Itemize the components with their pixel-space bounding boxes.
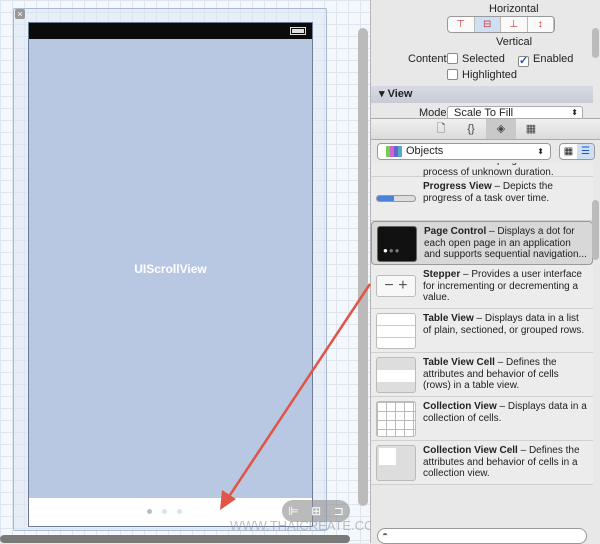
stepper-icon: − + xyxy=(376,275,416,297)
checkbox-icon[interactable] xyxy=(447,53,458,64)
table-view-icon xyxy=(376,313,416,349)
scroll-view[interactable]: UIScrollView xyxy=(29,39,312,498)
checkmark-icon[interactable]: ✓ xyxy=(518,56,529,67)
battery-icon xyxy=(290,27,306,35)
view-mode-toggle[interactable]: ▦ ☰ xyxy=(559,143,595,160)
list-item[interactable]: − + Stepper – Provides a user interface f… xyxy=(371,265,593,309)
horizontal-label: Horizontal xyxy=(489,3,539,15)
align-icon[interactable]: ⊫ xyxy=(288,504,298,518)
table-view-cell-icon xyxy=(376,357,416,393)
collection-view-icon xyxy=(376,401,416,437)
align-center-icon[interactable]: ⊟ xyxy=(474,17,501,32)
library-search-field[interactable]: ◓ xyxy=(377,528,587,544)
object-library-icon[interactable]: ◈ xyxy=(486,119,516,139)
align-bottom-icon[interactable]: ⊥ xyxy=(501,17,528,32)
canvas-horizontal-scrollbar[interactable] xyxy=(0,535,350,543)
view-section-header[interactable]: ▾ View xyxy=(371,86,593,103)
list-item[interactable]: Table View – Displays data in a list of … xyxy=(371,309,593,353)
media-library-icon[interactable]: ▦ xyxy=(516,119,546,139)
vertical-label: Vertical xyxy=(496,36,533,48)
objects-icon xyxy=(386,146,402,157)
grid-view-icon[interactable]: ▦ xyxy=(560,144,577,159)
highlighted-checkbox[interactable]: Highlighted xyxy=(447,69,517,81)
collection-view-cell-icon xyxy=(376,445,416,481)
list-item[interactable]: Progress View – Depicts the progress of … xyxy=(371,177,593,221)
page-control-icon: ●●● xyxy=(377,226,417,262)
view-controller[interactable]: UIScrollView xyxy=(28,22,313,527)
object-library-list[interactable]: feedback on the progress of a task or pr… xyxy=(371,163,593,525)
content-label: Content xyxy=(408,53,447,65)
checkbox-icon[interactable] xyxy=(447,69,458,80)
pin-icon[interactable]: ⊞ xyxy=(311,504,321,518)
storyboard-canvas[interactable]: × UIScrollView ⊫ ⊞ ⊐ WWW.THAICREATE.COM xyxy=(0,0,370,543)
status-bar xyxy=(29,23,312,39)
scroll-view-label: UIScrollView xyxy=(134,261,207,276)
list-item[interactable]: Table View Cell – Defines the attributes… xyxy=(371,353,593,397)
library-filter-select[interactable]: Objects ⬍ xyxy=(377,143,551,160)
filter-icon: ◓ xyxy=(382,530,389,541)
watermark: WWW.THAICREATE.COM xyxy=(230,518,370,533)
list-item[interactable]: Collection View – Displays data in a col… xyxy=(371,397,593,441)
library-scrollbar[interactable] xyxy=(592,200,599,260)
alignment-segmented-control[interactable]: ⊤ ⊟ ⊥ ↕ xyxy=(447,16,555,33)
inspector-scrollbar[interactable] xyxy=(592,28,599,58)
progress-view-icon xyxy=(376,181,416,217)
align-top-icon[interactable]: ⊤ xyxy=(448,17,475,32)
page-dot xyxy=(162,509,167,514)
resize-icon[interactable]: ⊐ xyxy=(334,504,344,518)
list-view-icon[interactable]: ☰ xyxy=(577,144,594,159)
page-dot xyxy=(147,509,152,514)
list-item[interactable]: feedback on the progress of a task or pr… xyxy=(371,163,593,178)
utilities-panel: Horizontal ⊤ ⊟ ⊥ ↕ Vertical Content Selecte… xyxy=(370,0,600,544)
code-snippet-icon[interactable]: {} xyxy=(456,119,486,139)
list-item-selected[interactable]: ●●● Page Control – Displays a dot for eac… xyxy=(371,221,593,265)
library-tabs: 🗋{} ◈ ▦ xyxy=(371,118,600,140)
canvas-vertical-scrollbar[interactable] xyxy=(358,28,368,506)
selected-checkbox[interactable]: Selected xyxy=(447,53,505,65)
enabled-checkbox[interactable]: ✓ Enabled xyxy=(518,53,573,67)
close-scene-icon[interactable]: × xyxy=(15,9,25,19)
list-item[interactable]: Collection View Cell – Defines the attri… xyxy=(371,441,593,485)
page-dot xyxy=(177,509,182,514)
file-template-icon[interactable]: 🗋 xyxy=(426,119,456,139)
page-control[interactable] xyxy=(147,509,182,514)
align-fill-icon[interactable]: ↕ xyxy=(528,17,554,32)
